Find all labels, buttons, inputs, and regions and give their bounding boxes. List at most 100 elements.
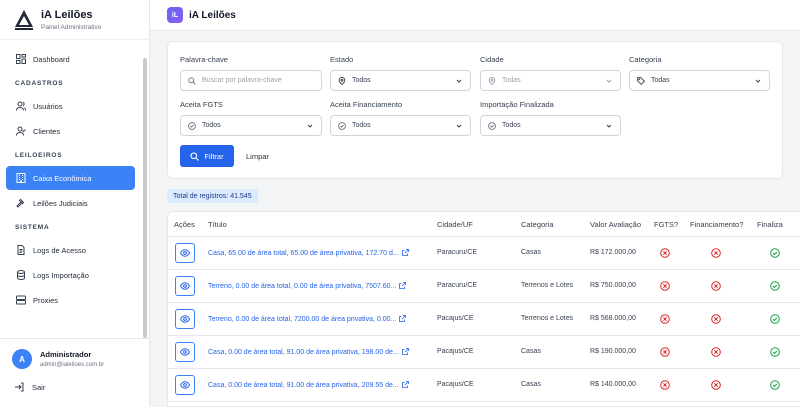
eye-icon	[180, 381, 190, 389]
categoria-value: Todas	[651, 77, 670, 84]
header-titulo: Título	[208, 219, 227, 229]
sidebar-item-usuarios[interactable]: Usuários	[6, 94, 135, 118]
user-check-icon	[16, 126, 26, 136]
sidebar-scrollbar[interactable]	[143, 58, 147, 338]
app-logo-icon: iL	[167, 7, 183, 23]
avatar[interactable]: A	[12, 349, 32, 369]
fgts-label: Aceita FGTS	[180, 100, 223, 109]
brand: iA Leilões Painel Administrativo	[0, 0, 149, 40]
eye-icon	[180, 315, 190, 323]
importacao-field: Importação Finalizada Todos	[480, 100, 621, 136]
topbar: iL iA Leilões	[150, 0, 800, 31]
section-leiloeiros: LEILOEIROS	[15, 152, 63, 159]
search-icon	[188, 76, 196, 85]
cidade-select[interactable]: Todas	[480, 70, 621, 91]
view-button[interactable]	[175, 276, 195, 296]
view-button[interactable]	[175, 375, 195, 395]
database-icon	[17, 270, 25, 280]
sidebar-item-label: Proxies	[33, 295, 59, 305]
row-title: Terreno, 0.00 de área total, 7200.00 de …	[208, 316, 397, 323]
x-circle-icon	[711, 347, 721, 357]
view-button[interactable]	[175, 243, 195, 263]
keyword-placeholder: Buscar por palavra-chave	[202, 77, 282, 84]
keyword-input[interactable]: Buscar por palavra-chave	[180, 70, 322, 91]
filter-button[interactable]: Filtrar	[180, 145, 234, 167]
filter-panel: Palavra-chave Buscar por palavra-chave E…	[167, 41, 783, 179]
row-title-link[interactable]: Casa, 0.00 de área total, 91.00 de área …	[208, 348, 433, 356]
view-button[interactable]	[175, 342, 195, 362]
row-title: Casa, 0.00 de área total, 91.00 de área …	[208, 382, 399, 389]
fgts-select[interactable]: Todos	[180, 115, 322, 136]
sidebar-item-logs-importacao[interactable]: Logs Importação	[6, 263, 135, 287]
logout-button[interactable]: Sair	[14, 382, 45, 392]
sidebar-item-label: Usuários	[33, 101, 63, 111]
x-circle-icon	[711, 314, 721, 324]
header-cidade: Cidade/UF	[437, 219, 473, 229]
cidade-field: Cidade Todas	[480, 55, 621, 91]
gavel-icon	[16, 198, 25, 208]
check-circle-icon	[188, 121, 196, 130]
row-valor: R$ 568.000,00	[590, 315, 636, 322]
keyword-label: Palavra-chave	[180, 55, 228, 64]
row-categoria: Casas	[521, 381, 541, 388]
row-title-link[interactable]: Casa, 0.00 de área total, 91.00 de área …	[208, 381, 433, 389]
sidebar-item-logs-acesso[interactable]: Logs de Acesso	[6, 238, 135, 262]
header-fgts: FGTS?	[654, 219, 679, 229]
sidebar-nav: Dashboard CADASTROS Usuários Clientes LE…	[0, 40, 149, 319]
header-valor: Valor Avaliação	[590, 219, 642, 229]
row-categoria: Terrenos e Lotes	[521, 315, 574, 322]
view-button[interactable]	[175, 309, 195, 329]
eye-icon	[180, 348, 190, 356]
user-name: Administrador	[40, 350, 92, 359]
sidebar-item-label: Caixa Econômica	[33, 173, 92, 183]
row-categoria: Terrenos e Lotes	[521, 282, 574, 289]
header-acoes: Ações	[174, 219, 195, 229]
financiamento-label: Aceita Financiamento	[330, 100, 403, 109]
row-title: Casa, 65.00 de área total, 65.00 de área…	[208, 250, 399, 257]
page-title: iA Leilões	[189, 9, 236, 21]
brand-logo-icon	[14, 9, 34, 31]
x-circle-icon	[660, 347, 670, 357]
clear-button[interactable]: Limpar	[246, 145, 269, 167]
estado-field: Estado Todos	[330, 55, 471, 91]
sidebar-item-proxies[interactable]: Proxies	[6, 288, 135, 312]
row-cidade: Pacajus/CE	[437, 381, 474, 388]
importacao-value: Todos	[502, 122, 521, 129]
row-title-link[interactable]: Terreno, 0.00 de área total, 7200.00 de …	[208, 315, 433, 323]
total-records-badge: Total de registros: 41.545	[167, 189, 258, 203]
importacao-label: Importação Finalizada	[480, 100, 554, 109]
financiamento-value: Todos	[352, 122, 371, 129]
fgts-field: Aceita FGTS Todos	[180, 100, 322, 136]
sidebar: iA Leilões Painel Administrativo Dashboa…	[0, 0, 150, 407]
fgts-value: Todos	[202, 122, 221, 129]
sidebar-item-caixa-economica[interactable]: Caixa Econômica	[6, 166, 135, 190]
sidebar-item-clientes[interactable]: Clientes	[6, 119, 135, 143]
external-link-icon	[401, 381, 409, 388]
row-cidade: Pacajus/CE	[437, 315, 474, 322]
check-circle-icon	[770, 380, 780, 390]
check-circle-icon	[488, 121, 496, 130]
importacao-select[interactable]: Todos	[480, 115, 621, 136]
section-sistema: SISTEMA	[15, 224, 50, 231]
chevron-down-icon	[755, 79, 761, 83]
row-title-link[interactable]: Terreno, 0.00 de área total, 0.00 de áre…	[208, 282, 433, 290]
table-body: Casa, 65.00 de área total, 65.00 de área…	[168, 237, 800, 402]
sidebar-item-leiloes-judiciais[interactable]: Leilões Judiciais	[6, 191, 135, 215]
sidebar-item-dashboard[interactable]: Dashboard	[6, 47, 135, 71]
estado-select[interactable]: Todos	[330, 70, 471, 91]
row-title-link[interactable]: Casa, 65.00 de área total, 65.00 de área…	[208, 249, 433, 257]
user-email: admin@ialeiloes.com.br	[40, 362, 105, 368]
table-row: Casa, 65.00 de área total, 65.00 de área…	[168, 237, 800, 270]
check-circle-icon	[770, 248, 780, 258]
table-row: Terreno, 0.00 de área total, 7200.00 de …	[168, 303, 800, 336]
chevron-down-icon	[456, 79, 462, 83]
row-categoria: Casas	[521, 348, 541, 355]
financiamento-field: Aceita Financiamento Todos	[330, 100, 471, 136]
categoria-select[interactable]: Todas	[629, 70, 770, 91]
external-link-icon	[401, 348, 409, 355]
financiamento-select[interactable]: Todos	[330, 115, 471, 136]
file-text-icon	[17, 245, 25, 255]
row-title: Terreno, 0.00 de área total, 0.00 de áre…	[208, 283, 397, 290]
keyword-field: Palavra-chave Buscar por palavra-chave	[180, 55, 322, 91]
brand-subtitle: Painel Administrativo	[41, 23, 102, 31]
